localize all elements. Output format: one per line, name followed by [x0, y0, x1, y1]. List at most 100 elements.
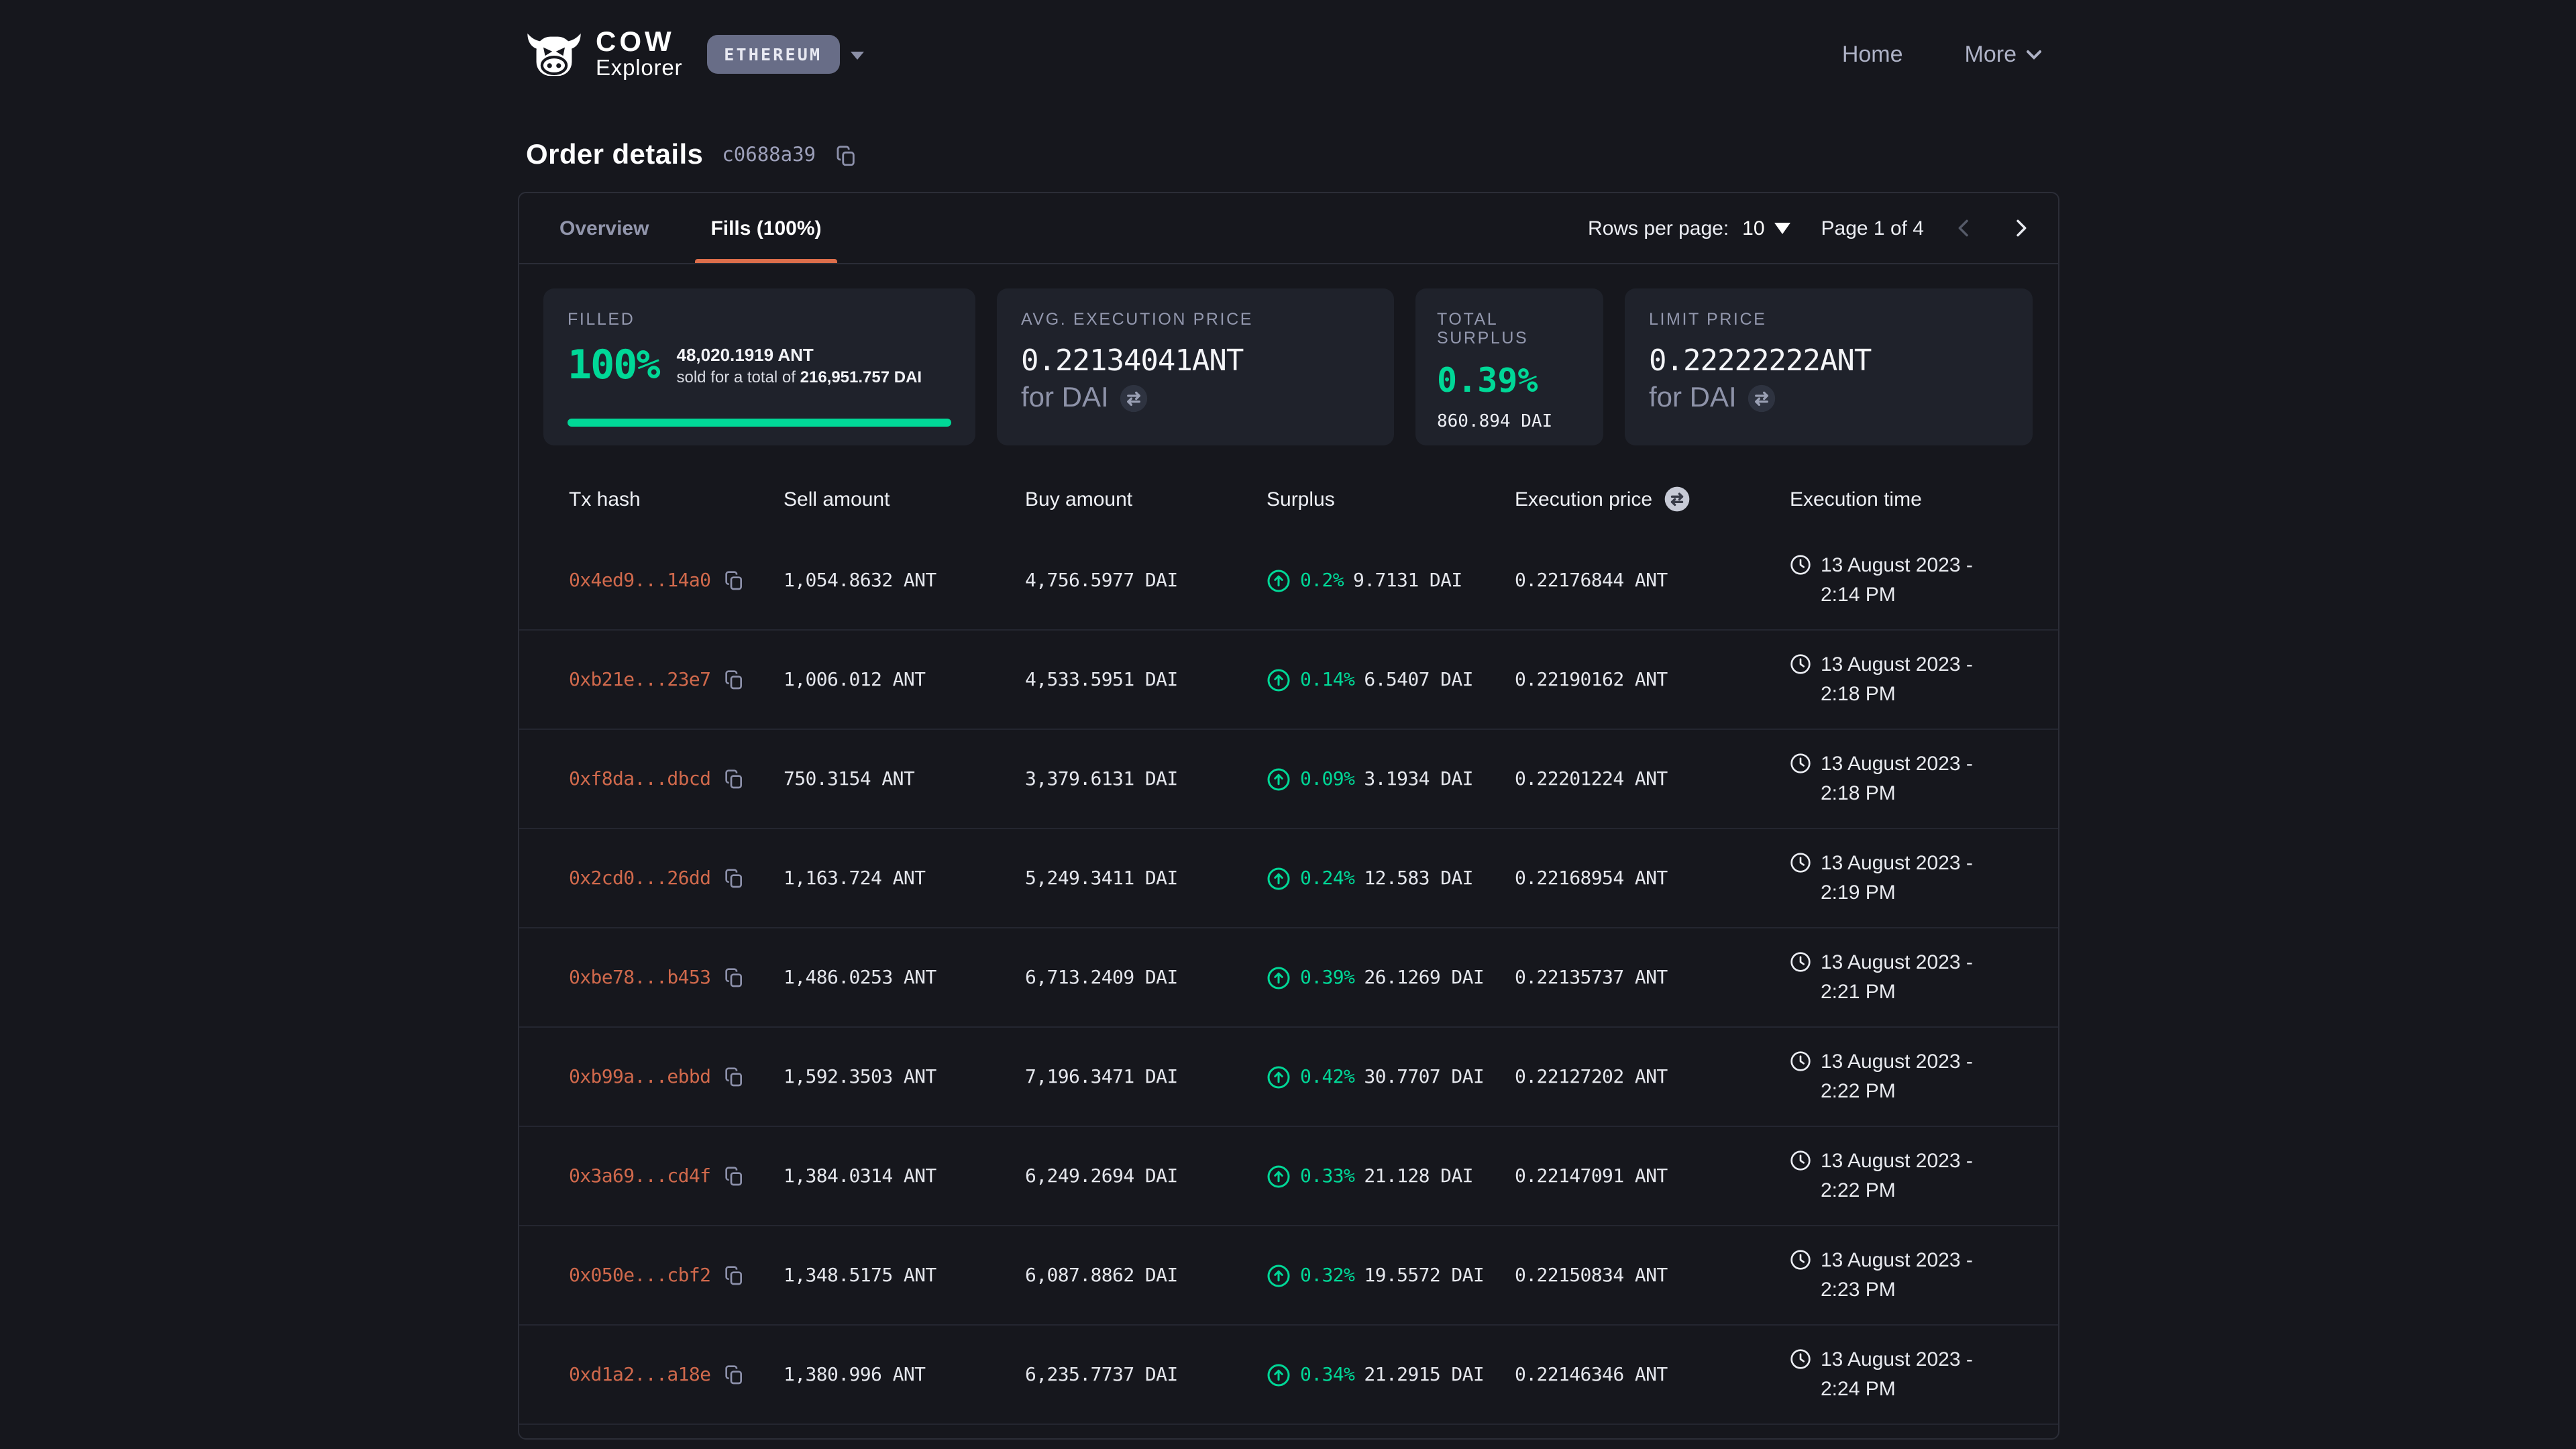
execution-price-cell: 0.22135737 ANT: [1515, 967, 1790, 988]
surplus-cell: 0.24% 12.583 DAI: [1267, 866, 1515, 890]
brand-logo[interactable]: COW Explorer: [526, 29, 682, 82]
sell-amount-cell: 1,054.8632 ANT: [784, 570, 1025, 591]
surplus-percent: 0.14%: [1300, 669, 1354, 690]
page-title: Order details: [526, 140, 703, 172]
stats-row: FILLED 100% 48,020.1919 ANT sold for a t…: [519, 264, 2058, 445]
rows-per-page-select[interactable]: 10: [1742, 217, 1791, 239]
surplus-percent: 0.24%: [1300, 867, 1354, 889]
tab-overview[interactable]: Overview: [549, 193, 659, 263]
surplus-up-icon: [1267, 1263, 1291, 1287]
pagination: Rows per page: 10 Page 1 of 4: [1588, 215, 2031, 241]
total-surplus-label: TOTAL SURPLUS: [1437, 310, 1590, 347]
execution-price-cell: 0.22168954 ANT: [1515, 867, 1790, 889]
copy-tx-hash-button[interactable]: [722, 768, 744, 790]
limit-price-value: 0.22222222ANT: [1649, 345, 2008, 378]
filled-sold-total: 216,951.757 DAI: [800, 368, 922, 386]
sell-amount-cell: 1,380.996 ANT: [784, 1364, 1025, 1385]
surplus-amount: 21.128 DAI: [1364, 1165, 1473, 1187]
nav-home-link[interactable]: Home: [1842, 42, 1903, 68]
rows-per-page-label: Rows per page:: [1588, 217, 1729, 239]
execution-price-cell: 0.22146346 ANT: [1515, 1364, 1790, 1385]
main-nav: Home More: [1842, 42, 2042, 68]
execution-time-text: 13 August 2023 - 2:21 PM: [1821, 949, 2004, 1007]
tx-hash-link[interactable]: 0x4ed9...14a0: [569, 570, 710, 591]
execution-time-text: 13 August 2023 - 2:14 PM: [1821, 551, 2004, 610]
execution-price-cell: 0.22176844 ANT: [1515, 570, 1790, 591]
execution-time-cell: 13 August 2023 - 2:22 PM: [1790, 1048, 2039, 1106]
tx-hash-link[interactable]: 0xb21e...23e7: [569, 669, 710, 690]
prev-page-button[interactable]: [1953, 215, 1975, 241]
cow-logo-icon: [526, 32, 582, 78]
table-row: 0x4ed9...14a0 1,054.8632 ANT 4,756.5977 …: [519, 531, 2058, 631]
limit-price-unit: for DAI: [1649, 382, 1737, 415]
copy-tx-hash-button[interactable]: [722, 1165, 744, 1187]
order-id: c0688a39: [722, 145, 816, 166]
buy-amount-cell: 4,533.5951 DAI: [1025, 669, 1267, 690]
surplus-up-icon: [1267, 568, 1291, 592]
nav-more-link[interactable]: More: [1965, 42, 2042, 68]
col-tx-hash: Tx hash: [569, 488, 784, 511]
clock-icon: [1790, 753, 1811, 774]
surplus-percent: 0.34%: [1300, 1364, 1354, 1385]
copy-order-id-button[interactable]: [835, 144, 857, 167]
copy-tx-hash-button[interactable]: [722, 669, 744, 690]
tx-hash-link[interactable]: 0xf8da...dbcd: [569, 768, 710, 790]
surplus-cell: 0.2% 9.7131 DAI: [1267, 568, 1515, 592]
sell-amount-cell: 1,006.012 ANT: [784, 669, 1025, 690]
surplus-percent: 0.33%: [1300, 1165, 1354, 1187]
table-row: 0xf8da...dbcd 750.3154 ANT 3,379.6131 DA…: [519, 730, 2058, 829]
surplus-cell: 0.39% 26.1269 DAI: [1267, 965, 1515, 989]
sell-amount-cell: 750.3154 ANT: [784, 768, 1025, 790]
sell-amount-cell: 1,348.5175 ANT: [784, 1265, 1025, 1286]
tx-hash-link[interactable]: 0xbe78...b453: [569, 967, 710, 988]
surplus-amount: 12.583 DAI: [1364, 867, 1473, 889]
surplus-percent: 0.32%: [1300, 1265, 1354, 1286]
execution-price-cell: 0.22190162 ANT: [1515, 669, 1790, 690]
filled-label: FILLED: [568, 310, 951, 329]
buy-amount-cell: 6,235.7737 DAI: [1025, 1364, 1267, 1385]
next-page-button[interactable]: [2010, 215, 2031, 241]
copy-tx-hash-button[interactable]: [722, 1265, 744, 1286]
tx-hash-link[interactable]: 0x3a69...cd4f: [569, 1165, 710, 1187]
network-dropdown-caret-icon[interactable]: [849, 50, 865, 60]
tx-hash-link[interactable]: 0xb99a...ebbd: [569, 1066, 710, 1087]
fills-panel: Overview Fills (100%) Rows per page: 10 …: [518, 192, 2059, 1440]
limit-price-invert-icon[interactable]: [1748, 384, 1777, 413]
table-row: 0x2cd0...26dd 1,163.724 ANT 5,249.3411 D…: [519, 829, 2058, 928]
brand-name: COW: [596, 29, 682, 58]
avg-price-invert-icon[interactable]: [1120, 384, 1149, 413]
tx-hash-cell: 0x3a69...cd4f: [569, 1165, 784, 1187]
tx-hash-link[interactable]: 0x050e...cbf2: [569, 1265, 710, 1286]
surplus-amount: 26.1269 DAI: [1364, 967, 1484, 988]
copy-tx-hash-button[interactable]: [722, 867, 744, 889]
execution-time-cell: 13 August 2023 - 2:14 PM: [1790, 551, 2039, 610]
execution-price-invert-icon[interactable]: [1663, 486, 1690, 513]
col-surplus: Surplus: [1267, 488, 1515, 511]
surplus-up-icon: [1267, 965, 1291, 989]
copy-tx-hash-button[interactable]: [722, 570, 744, 591]
surplus-cell: 0.32% 19.5572 DAI: [1267, 1263, 1515, 1287]
tx-hash-link[interactable]: 0xd1a2...a18e: [569, 1364, 710, 1385]
tx-hash-cell: 0x4ed9...14a0: [569, 570, 784, 591]
execution-time-text: 13 August 2023 - 2:18 PM: [1821, 750, 2004, 808]
top-header: COW Explorer ETHEREUM Home More: [0, 0, 2576, 110]
copy-tx-hash-button[interactable]: [722, 1364, 744, 1385]
execution-time-text: 13 August 2023 - 2:22 PM: [1821, 1147, 2004, 1205]
buy-amount-cell: 4,756.5977 DAI: [1025, 570, 1267, 591]
tx-hash-link[interactable]: 0x2cd0...26dd: [569, 867, 710, 889]
execution-price-cell: 0.22150834 ANT: [1515, 1265, 1790, 1286]
avg-execution-price-card: AVG. EXECUTION PRICE 0.22134041ANT for D…: [997, 288, 1394, 445]
copy-tx-hash-button[interactable]: [722, 967, 744, 988]
tab-fills[interactable]: Fills (100%): [700, 193, 832, 263]
avg-price-unit: for DAI: [1021, 382, 1109, 415]
surplus-up-icon: [1267, 866, 1291, 890]
copy-tx-hash-button[interactable]: [722, 1066, 744, 1087]
surplus-cell: 0.09% 3.1934 DAI: [1267, 767, 1515, 791]
more-chevron-down-icon: [2026, 50, 2042, 60]
filled-progress-bar: [568, 419, 951, 427]
surplus-amount: 6.5407 DAI: [1364, 669, 1473, 690]
execution-time-text: 13 August 2023 - 2:19 PM: [1821, 849, 2004, 908]
surplus-amount: 9.7131 DAI: [1353, 570, 1462, 591]
clock-icon: [1790, 951, 1811, 973]
network-selector[interactable]: ETHEREUM: [706, 36, 839, 74]
